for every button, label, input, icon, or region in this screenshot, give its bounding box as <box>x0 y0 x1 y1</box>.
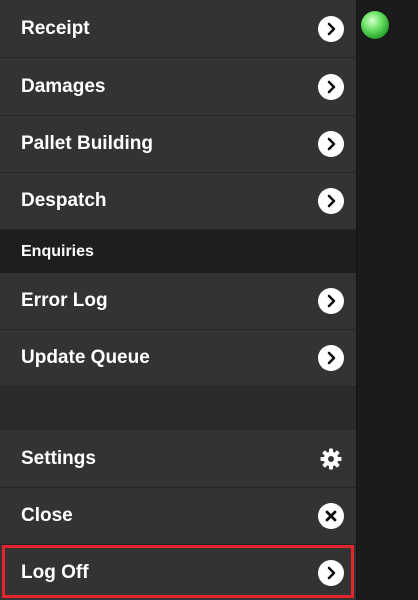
menu-item-log-off[interactable]: Log Off <box>0 545 356 600</box>
menu-item-pallet-building[interactable]: Pallet Building <box>0 116 356 173</box>
chevron-right-icon <box>318 131 344 157</box>
gear-icon <box>318 446 344 472</box>
menu-item-update-queue[interactable]: Update Queue <box>0 330 356 387</box>
chevron-right-icon <box>318 15 344 42</box>
chevron-right-icon <box>318 73 344 100</box>
menu-item-despatch[interactable]: Despatch <box>0 173 356 230</box>
chevron-right-icon <box>318 188 344 214</box>
menu-item-damages[interactable]: Damages <box>0 58 356 116</box>
menu-item-close[interactable]: Close <box>0 488 356 545</box>
section-header-enquiries: Enquiries <box>0 230 356 273</box>
menu-item-label: Settings <box>21 447 96 469</box>
close-icon <box>318 503 344 529</box>
menu-spacer <box>0 387 356 431</box>
menu-item-label: Error Log <box>21 290 108 311</box>
chevron-right-icon <box>318 345 344 371</box>
menu-item-error-log[interactable]: Error Log <box>0 273 356 330</box>
menu-item-label: Update Queue <box>21 347 150 368</box>
side-menu: Receipt Damages Pallet Building Despatch… <box>0 0 357 600</box>
menu-item-receipt[interactable]: Receipt <box>0 0 356 58</box>
menu-item-label: Close <box>21 505 73 526</box>
menu-item-label: Log Off <box>21 561 89 583</box>
menu-item-label: Pallet Building <box>21 133 153 154</box>
menu-item-label: Damages <box>21 75 106 97</box>
status-light-icon <box>361 11 389 39</box>
chevron-right-icon <box>318 288 344 314</box>
menu-item-label: Receipt <box>21 17 90 39</box>
chevron-right-icon <box>318 559 344 586</box>
menu-item-label: Despatch <box>21 190 107 211</box>
section-header-label: Enquiries <box>21 242 94 260</box>
menu-item-settings[interactable]: Settings <box>0 430 356 488</box>
